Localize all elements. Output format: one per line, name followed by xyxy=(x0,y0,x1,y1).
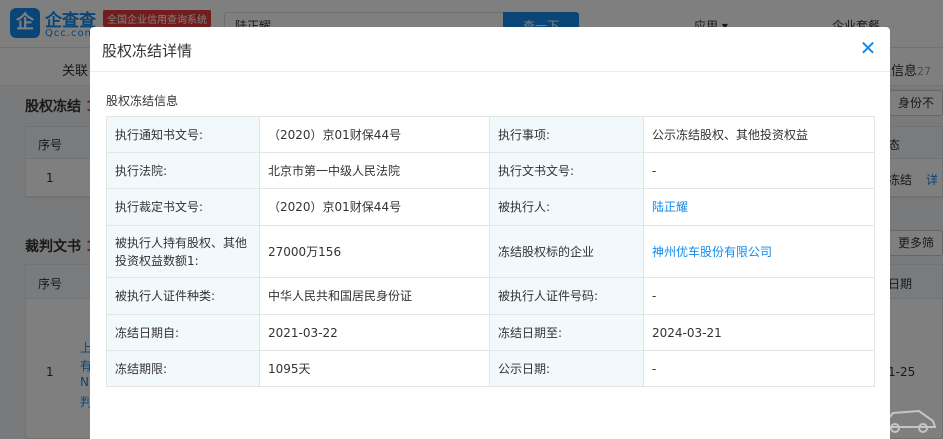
label-freeze-end: 冻结日期至: xyxy=(489,314,644,351)
table-row: 被执行人持有股权、其他投资权益数额1: 27000万156 冻结股权标的企业 神… xyxy=(106,225,875,278)
label-equity-amount: 被执行人持有股权、其他投资权益数额1: xyxy=(106,225,260,278)
modal-title: 股权冻结详情 xyxy=(102,42,193,60)
table-row: 冻结日期自: 2021-03-22 冻结日期至: 2024-03-21 xyxy=(106,314,875,351)
label-publish-date: 公示日期: xyxy=(489,350,644,387)
label-id-type: 被执行人证件种类: xyxy=(106,277,260,315)
value-id-number: - xyxy=(643,277,875,315)
value-ruling-number: （2020）京01财保44号 xyxy=(259,188,490,226)
value-court: 北京市第一中级人民法院 xyxy=(259,152,490,189)
value-notice-number: （2020）京01财保44号 xyxy=(259,116,490,153)
table-row: 执行通知书文号: （2020）京01财保44号 执行事项: 公示冻结股权、其他投… xyxy=(106,116,875,153)
table-row: 执行法院: 北京市第一中级人民法院 执行文书文号: - xyxy=(106,152,875,189)
label-execution-matter: 执行事项: xyxy=(489,116,644,153)
table-row: 冻结期限: 1095天 公示日期: - xyxy=(106,350,875,387)
target-company-link[interactable]: 神州优车股份有限公司 xyxy=(643,225,875,278)
label-court: 执行法院: xyxy=(106,152,260,189)
value-freeze-period: 1095天 xyxy=(259,350,490,387)
table-row: 执行裁定书文号: （2020）京01财保44号 被执行人: 陆正耀 xyxy=(106,188,875,226)
value-document-number: - xyxy=(643,152,875,189)
value-freeze-end: 2024-03-21 xyxy=(643,314,875,351)
label-id-number: 被执行人证件号码: xyxy=(489,277,644,315)
value-freeze-start: 2021-03-22 xyxy=(259,314,490,351)
freeze-detail-modal: 股权冻结详情 ✕ 股权冻结信息 执行通知书文号: （2020）京01财保44号 … xyxy=(90,27,890,439)
value-execution-matter: 公示冻结股权、其他投资权益 xyxy=(643,116,875,153)
modal-header: 股权冻结详情 ✕ xyxy=(90,27,890,72)
info-section-title: 股权冻结信息 xyxy=(106,94,179,108)
label-freeze-period: 冻结期限: xyxy=(106,350,260,387)
table-row: 被执行人证件种类: 中华人民共和国居民身份证 被执行人证件号码: - xyxy=(106,277,875,315)
close-icon[interactable]: ✕ xyxy=(858,38,878,58)
label-document-number: 执行文书文号: xyxy=(489,152,644,189)
label-person-subject: 被执行人: xyxy=(489,188,644,226)
label-freeze-start: 冻结日期自: xyxy=(106,314,260,351)
label-notice-number: 执行通知书文号: xyxy=(106,116,260,153)
value-publish-date: - xyxy=(643,350,875,387)
person-subject-link[interactable]: 陆正耀 xyxy=(643,188,875,226)
watermark-car-icon xyxy=(882,409,937,433)
value-id-type: 中华人民共和国居民身份证 xyxy=(259,277,490,315)
label-target-company: 冻结股权标的企业 xyxy=(489,225,644,278)
freeze-info-table: 执行通知书文号: （2020）京01财保44号 执行事项: 公示冻结股权、其他投… xyxy=(106,116,875,387)
value-equity-amount: 27000万156 xyxy=(259,225,490,278)
label-ruling-number: 执行裁定书文号: xyxy=(106,188,260,226)
